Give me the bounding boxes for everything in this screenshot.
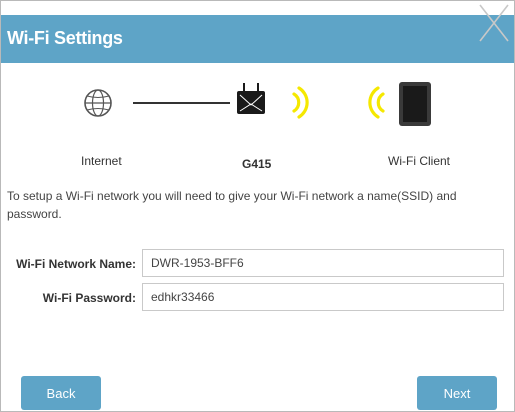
ssid-input[interactable] [142, 249, 504, 277]
network-diagram: Internet G415 Wi-Fi Client [1, 71, 514, 171]
wifi-settings-dialog: Wi-Fi Settings Internet G415 Wi-Fi Clien… [0, 0, 515, 412]
router-icon [237, 83, 265, 114]
password-input[interactable] [142, 283, 504, 311]
back-button[interactable]: Back [21, 376, 101, 410]
password-label: Wi-Fi Password: [42, 291, 136, 305]
dialog-header: Wi-Fi Settings [1, 15, 514, 63]
dialog-title: Wi-Fi Settings [7, 28, 123, 48]
internet-label: Internet [81, 154, 122, 168]
tablet-icon [399, 82, 431, 126]
device-label: G415 [242, 157, 272, 171]
globe-icon [84, 89, 112, 117]
close-icon[interactable] [476, 1, 512, 45]
wifi-signal-icon [292, 86, 385, 119]
ssid-label: Wi-Fi Network Name: [16, 257, 136, 271]
diagram-graphics [84, 82, 431, 126]
next-button[interactable]: Next [417, 376, 497, 410]
setup-instructions: To setup a Wi-Fi network you will need t… [7, 189, 457, 221]
wifi-client-label: Wi-Fi Client [388, 154, 450, 168]
